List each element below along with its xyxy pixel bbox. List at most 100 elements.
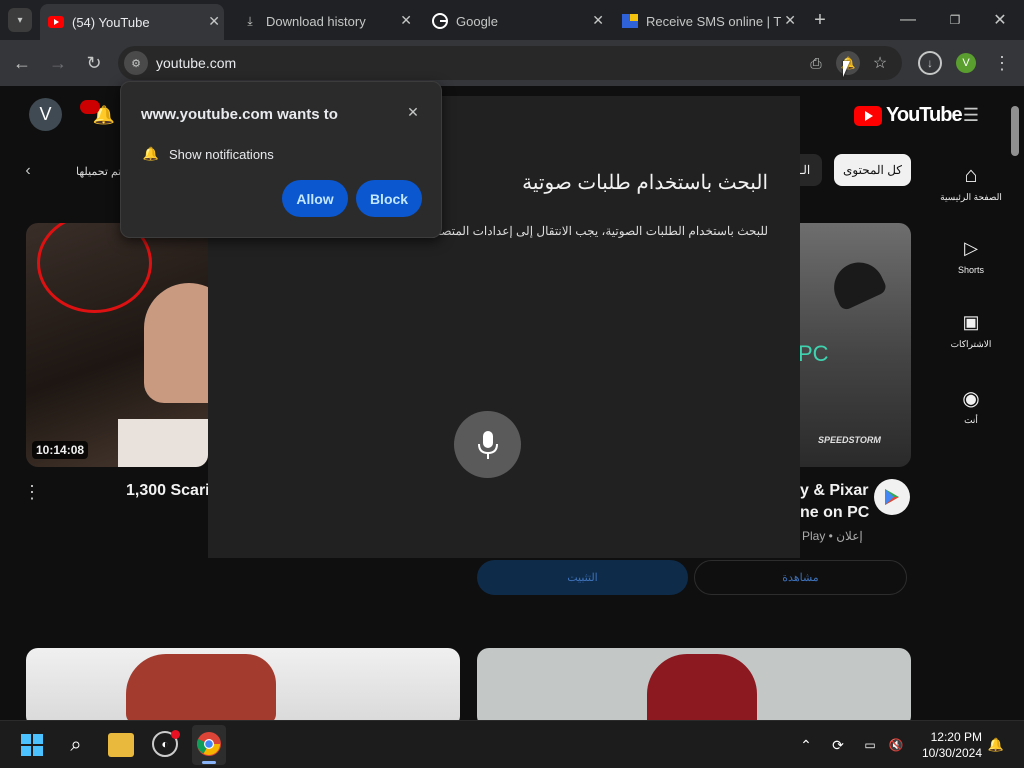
url-text: youtube.com [156, 55, 237, 71]
red-creature-shape [126, 654, 276, 720]
sidebar-item-label: الصفحة الرئيسية [940, 192, 1002, 202]
tab-google[interactable]: Google ✕ [426, 6, 608, 36]
voice-dialog-title: البحث باستخدام طلبات صوتية [522, 172, 768, 194]
youtube-logo-icon [854, 105, 882, 126]
sidebar-item-label: أنت [964, 415, 978, 425]
ad-title-line1[interactable]: y & Pixar [800, 482, 868, 500]
scrollbar-thumb[interactable] [1011, 106, 1019, 156]
home-icon: ⌂ [964, 162, 978, 187]
permission-title: www.youtube.com wants to [141, 106, 338, 123]
tab-title: Google [456, 13, 498, 29]
video-title-left[interactable]: 1,300 Scario [126, 482, 219, 500]
permission-item-label: Show notifications [169, 147, 274, 162]
account-avatar[interactable]: V [29, 98, 62, 131]
sms-site-favicon-icon [622, 13, 638, 29]
watch-button[interactable]: مشاهدة [694, 560, 907, 595]
address-bar[interactable]: ⚙ youtube.com ⎙ 🔔 ☆ [118, 46, 902, 80]
file-explorer-icon[interactable] [108, 733, 134, 757]
tab-title: Download history [266, 13, 366, 29]
minimize-icon[interactable]: — [896, 8, 920, 32]
google-play-icon[interactable] [874, 479, 910, 515]
notification-count-badge [80, 100, 100, 114]
sidebar-item-subscriptions[interactable]: ▣ الاشتراكات [940, 312, 1002, 350]
you-icon: ◉ [962, 388, 980, 410]
tab-title: Receive SMS online | T [646, 13, 782, 29]
windows-taskbar: ⌕ ◐ ⌃ ⟳ ▭ 🔇 12:20 PM 10/30/2024 🔔 [0, 720, 1024, 768]
video-thumbnail-left[interactable]: 10:14:08 [26, 223, 208, 467]
close-tab-icon[interactable]: ✕ [400, 12, 412, 29]
video-duration-badge: 10:14:08 [32, 441, 89, 459]
notification-permission-popup: www.youtube.com wants to ✕ 🔔 Show notifi… [120, 81, 442, 238]
sidebar-item-label: Shorts [957, 265, 984, 275]
install-button[interactable]: التثبيت [477, 560, 688, 595]
speedstorm-text: SPEEDSTORM [818, 435, 881, 445]
close-tab-icon[interactable]: ✕ [208, 13, 220, 30]
ad-thumb-text: PC [798, 341, 829, 366]
red-character-shape [647, 654, 757, 720]
tab-download-history[interactable]: ⤓ Download history ✕ [234, 6, 416, 36]
search-icon[interactable]: ⌕ [64, 733, 88, 757]
profile-avatar[interactable]: V [956, 53, 976, 73]
volume-muted-icon[interactable]: 🔇 [886, 735, 906, 755]
sidebar-item-you[interactable]: ◉ أنت [940, 386, 1002, 426]
back-icon[interactable]: ← [10, 51, 34, 75]
reload-icon[interactable]: ↻ [82, 51, 106, 75]
video-thumbnail-bottom-left[interactable] [26, 648, 460, 720]
sidebar-item-label: الاشتراكات [950, 339, 992, 349]
page-scrollbar[interactable] [1010, 106, 1020, 718]
tab-youtube[interactable]: (54) YouTube ✕ [40, 4, 224, 40]
chrome-icon [197, 732, 221, 756]
sidebar-item-home[interactable]: ⌂ الصفحة الرئيسية [940, 162, 1002, 203]
app-badge [171, 730, 180, 739]
active-indicator [202, 761, 216, 764]
voice-dialog-body: للبحث باستخدام الطلبات الصوتية، يجب الان… [400, 224, 768, 238]
show-hidden-icons-icon[interactable]: ⌃ [796, 735, 816, 755]
start-menu-icon[interactable] [20, 733, 44, 757]
chrome-taskbar-button[interactable] [192, 725, 226, 765]
tab-search-button[interactable]: ▾ [8, 8, 32, 32]
google-favicon-icon [432, 13, 448, 29]
restore-icon[interactable]: ❐ [943, 8, 967, 32]
display-icon[interactable]: ▭ [860, 735, 880, 755]
child-shirt [118, 419, 208, 467]
ad-meta: Play • إعلان [802, 529, 863, 543]
new-tab-icon[interactable]: + [808, 8, 832, 32]
clock[interactable]: 12:20 PM 10/30/2024 [914, 729, 982, 761]
block-button[interactable]: Block [356, 180, 422, 217]
menu-hamburger-icon[interactable]: ☰ [960, 104, 982, 126]
clock-time: 12:20 PM [930, 730, 982, 744]
chrome-menu-icon[interactable]: ⋮ [992, 51, 1012, 75]
close-popup-icon[interactable]: ✕ [403, 102, 423, 122]
tab-receive-sms[interactable]: Receive SMS online | T ✕ [618, 6, 800, 36]
child-figure [144, 283, 208, 403]
video-options-icon[interactable]: ⋮ [22, 480, 42, 504]
lamp-shape [825, 254, 889, 312]
sync-icon[interactable]: ⟳ [828, 735, 848, 755]
sidebar-item-shorts[interactable]: ▷ Shorts [940, 238, 1002, 275]
close-tab-icon[interactable]: ✕ [592, 12, 604, 29]
install-app-icon[interactable]: ⎙ [804, 51, 828, 75]
chip-all[interactable]: كل المحتوى [834, 154, 911, 186]
clock-date: 10/30/2024 [921, 746, 982, 760]
youtube-logo[interactable]: YouTube [854, 104, 963, 127]
close-window-icon[interactable]: ✕ [988, 8, 1012, 32]
chips-scroll-left-icon[interactable]: ‹ [18, 160, 38, 182]
download-icon: ⤓ [247, 13, 253, 28]
video-thumbnail-bottom-right[interactable] [477, 648, 911, 720]
site-settings-icon[interactable]: ⚙ [124, 51, 148, 75]
mouse-cursor [843, 61, 850, 77]
downloads-icon[interactable]: ↓ [918, 51, 942, 75]
close-tab-icon[interactable]: ✕ [784, 12, 796, 29]
tab-title: (54) YouTube [72, 14, 150, 30]
ad-title-line2[interactable]: ne on PC [800, 504, 869, 522]
allow-button[interactable]: Allow [282, 180, 348, 217]
forward-icon[interactable]: → [46, 51, 70, 75]
bookmark-star-icon[interactable]: ☆ [868, 51, 892, 75]
youtube-favicon-icon [48, 14, 64, 30]
subscriptions-icon: ▣ [962, 312, 980, 332]
browser-toolbar: ← → ↻ ⚙ youtube.com ⎙ 🔔 ☆ ↓ V ⋮ [0, 40, 1024, 86]
notification-center-icon[interactable]: 🔔 [986, 735, 1006, 755]
microphone-button[interactable] [454, 411, 521, 478]
microphone-icon [477, 430, 498, 459]
shorts-icon: ▷ [964, 238, 978, 258]
